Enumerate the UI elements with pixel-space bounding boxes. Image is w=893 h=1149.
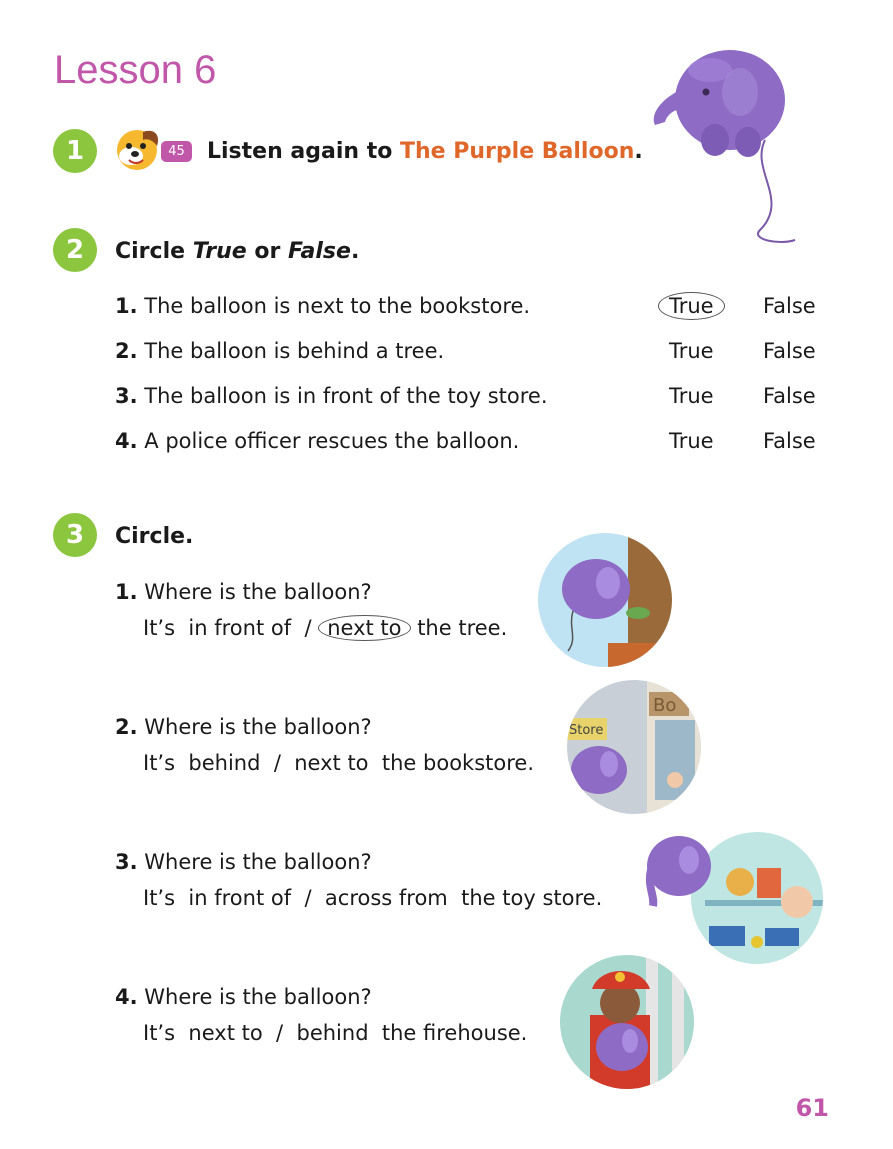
option-1[interactable]: behind — [188, 751, 260, 775]
exercise-1-period: . — [634, 139, 643, 164]
tf-item-4: 4. A police officer rescues the balloon.… — [115, 429, 825, 463]
page-number: 61 — [795, 1094, 829, 1122]
question-text: Where is the balloon? — [144, 580, 372, 604]
item-number: 1. — [115, 294, 138, 318]
answer-place: the bookstore. — [381, 751, 535, 775]
false-option[interactable]: False — [763, 294, 816, 318]
story-title: The Purple Balloon — [400, 139, 635, 164]
option-1[interactable]: in front of — [188, 616, 291, 640]
false-option[interactable]: False — [763, 339, 816, 363]
question-1: 1. Where is the balloon? — [115, 580, 372, 604]
exercise-3-instruction: Circle. — [115, 524, 194, 549]
answer-prefix: It’s — [143, 616, 176, 640]
tf-item-1: 1. The balloon is next to the bookstore.… — [115, 292, 825, 328]
item-number: 4. — [115, 985, 138, 1009]
false-option[interactable]: False — [763, 429, 816, 453]
item-number: 3. — [115, 384, 138, 408]
item-number: 1. — [115, 580, 138, 604]
sign-bookstore: Bo — [653, 695, 676, 716]
option-2[interactable]: across from — [325, 886, 448, 910]
tf-item-3: 3. The balloon is in front of the toy st… — [115, 384, 825, 418]
answer-line-4: It’s next to / behind the firehouse. — [143, 1021, 527, 1045]
true-option[interactable]: True — [658, 292, 725, 320]
audio-dog-icon[interactable] — [113, 124, 163, 174]
true-option[interactable]: True — [669, 339, 714, 363]
item-statement: The balloon is next to the bookstore. — [144, 294, 531, 318]
answer-line-1: It’s in front of / next to the tree. — [143, 615, 508, 641]
option-2[interactable]: next to — [294, 751, 368, 775]
elephant-balloon-illustration — [653, 50, 796, 243]
exercise-2-instruction: Circle True or False. — [115, 239, 359, 264]
sign-store: Store — [569, 723, 603, 738]
option-1[interactable]: next to — [188, 1021, 262, 1045]
separator: / — [273, 751, 281, 775]
item-statement: The balloon is behind a tree. — [144, 339, 445, 363]
exercise-3-number: 3 — [53, 513, 97, 557]
exercise-1-number: 1 — [53, 129, 97, 173]
true-option[interactable]: True — [669, 429, 714, 453]
answer-prefix: It’s — [143, 751, 176, 775]
item-number: 2. — [115, 715, 138, 739]
separator: / — [276, 1021, 284, 1045]
answer-place: the toy store. — [461, 886, 603, 910]
title-part-false: False — [288, 239, 351, 264]
lesson-title: Lesson 6 — [54, 48, 217, 92]
answer-place: the tree. — [417, 616, 508, 640]
item-number: 4. — [115, 429, 138, 453]
option-2[interactable]: behind — [296, 1021, 368, 1045]
exercise-1-text: Listen again to — [207, 139, 401, 164]
item-statement: The balloon is in front of the toy store… — [144, 384, 548, 408]
answer-prefix: It’s — [143, 1021, 176, 1045]
option-2-circled[interactable]: next to — [318, 615, 411, 641]
answer-prefix: It’s — [143, 886, 176, 910]
tf-item-2: 2. The balloon is behind a tree. True Fa… — [115, 339, 825, 373]
true-option-label: True — [658, 292, 725, 320]
item-number: 2. — [115, 339, 138, 363]
track-number-badge: 45 — [161, 141, 192, 162]
answer-line-3: It’s in front of / across from the toy s… — [143, 886, 602, 910]
option-1[interactable]: in front of — [188, 886, 291, 910]
exercise-1-instruction: Listen again to The Purple Balloon. — [207, 139, 643, 164]
title-part: or — [246, 239, 289, 264]
title-part: . — [350, 239, 360, 264]
question-text: Where is the balloon? — [144, 715, 372, 739]
item-number: 3. — [115, 850, 138, 874]
item-statement: A police officer rescues the balloon. — [144, 429, 520, 453]
false-option[interactable]: False — [763, 384, 816, 408]
exercise-2-number: 2 — [53, 228, 97, 272]
title-part-true: True — [192, 239, 247, 264]
balloon-tree-picture — [538, 533, 672, 667]
separator: / — [304, 886, 312, 910]
balloon-bookstore-picture: Bo Store — [567, 680, 701, 814]
question-4: 4. Where is the balloon? — [115, 985, 372, 1009]
answer-line-2: It’s behind / next to the bookstore. — [143, 751, 534, 775]
question-text: Where is the balloon? — [144, 985, 372, 1009]
separator: / — [304, 616, 312, 640]
question-3: 3. Where is the balloon? — [115, 850, 372, 874]
title-part: Circle — [115, 239, 193, 264]
firefighter-balloon-picture — [560, 955, 694, 1089]
question-2: 2. Where is the balloon? — [115, 715, 372, 739]
balloon-toy-store-picture — [645, 832, 823, 964]
answer-place: the firehouse. — [381, 1021, 528, 1045]
true-option[interactable]: True — [669, 384, 714, 408]
question-text: Where is the balloon? — [144, 850, 372, 874]
